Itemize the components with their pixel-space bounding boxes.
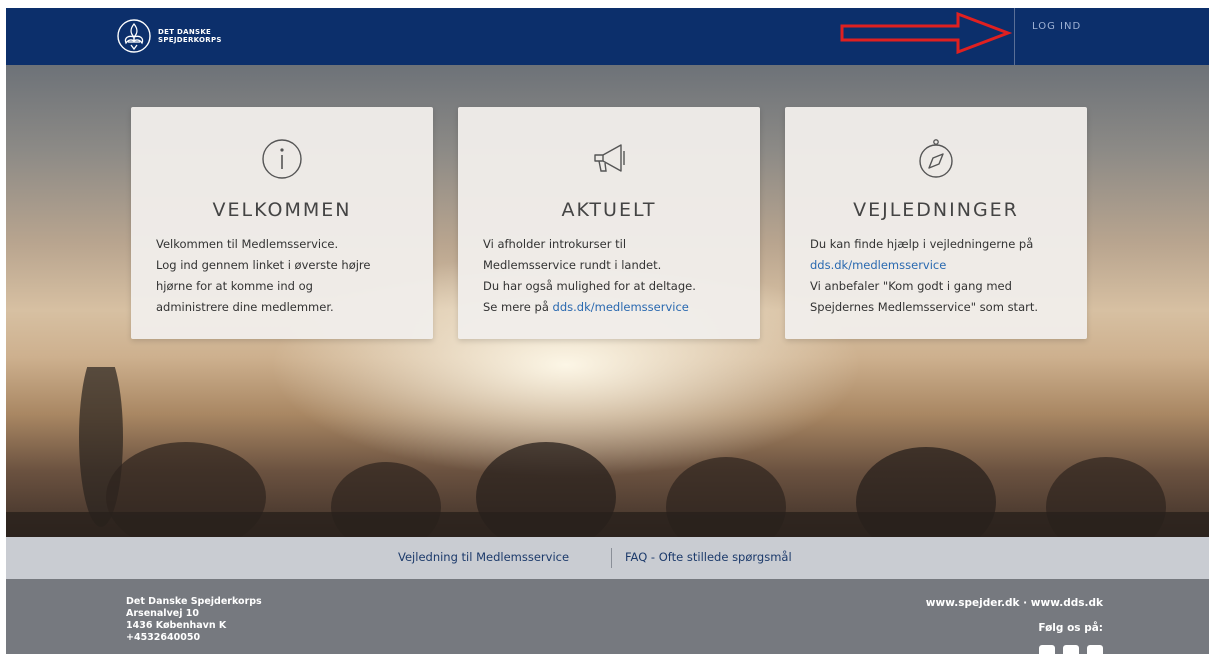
card-title: VELKOMMEN <box>212 199 352 221</box>
footer-city: 1436 København K <box>126 620 227 631</box>
hero-background: VELKOMMEN Velkommen til Medlemsservice. … <box>6 65 1209 537</box>
footer-phone: +4532640050 <box>126 632 201 643</box>
dds-medlemsservice-link[interactable]: dds.dk/medlemsservice <box>810 258 946 272</box>
header-divider <box>1014 8 1015 65</box>
social-icons <box>1039 645 1103 654</box>
footer-street: Arsenalvej 10 <box>126 608 199 619</box>
card-line: Se mere på dds.dk/medlemsservice <box>483 297 753 318</box>
card-line: Spejdernes Medlemsservice" som start. <box>810 300 1039 314</box>
faq-link[interactable]: FAQ - Ofte stillede spørgsmål <box>625 550 792 564</box>
card-line: dds.dk/medlemsservice <box>810 255 1080 276</box>
card-line: hjørne for at komme ind og <box>156 279 313 293</box>
card-line: Log ind gennem linket i øverste højre <box>156 258 371 272</box>
card-line: Du kan finde hjælp i vejledningerne på <box>810 237 1034 251</box>
facebook-icon[interactable] <box>1087 645 1103 654</box>
card-line: Du har også mulighed for at deltage. <box>483 279 696 293</box>
site-footer: Det Danske Spejderkorps Arsenalvej 10 14… <box>6 579 1209 654</box>
footer-org-name: Det Danske Spejderkorps <box>126 596 262 607</box>
compass-icon <box>919 139 953 178</box>
card-aktuelt: AKTUELT Vi afholder introkurser til Medl… <box>458 107 760 339</box>
info-icon <box>262 139 302 179</box>
megaphone-icon <box>594 144 625 172</box>
youtube-icon[interactable] <box>1039 645 1055 654</box>
card-line-text: Se mere på <box>483 300 553 314</box>
card-line: Medlemsservice rundt i landet. <box>483 258 662 272</box>
top-navigation-bar: DET DANSKE SPEJDERKORPS LOG IND <box>6 8 1209 65</box>
fleur-de-lis-logo-icon <box>117 19 151 53</box>
footer-link-bar: Vejledning til Medlemsservice FAQ - Ofte… <box>6 537 1209 579</box>
log-ind-link[interactable]: LOG IND <box>1032 21 1081 32</box>
scout-silhouettes-decoration <box>6 367 1209 537</box>
card-vejledninger: VEJLEDNINGER Du kan finde hjælp i vejled… <box>785 107 1087 339</box>
card-body: Du kan finde hjælp i vejledningerne på d… <box>810 234 1080 318</box>
card-line: Velkommen til Medlemsservice. <box>156 237 339 251</box>
vejledning-link[interactable]: Vejledning til Medlemsservice <box>398 550 569 564</box>
card-body: Velkommen til Medlemsservice. Log ind ge… <box>156 234 426 318</box>
card-line: Vi afholder introkurser til <box>483 237 627 251</box>
red-arrow-annotation-icon <box>840 11 1013 55</box>
logo-wordmark: DET DANSKE SPEJDERKORPS <box>158 28 222 44</box>
link-separator <box>611 548 612 568</box>
card-title: AKTUELT <box>561 199 657 221</box>
card-velkommen: VELKOMMEN Velkommen til Medlemsservice. … <box>131 107 433 339</box>
page-frame: DET DANSKE SPEJDERKORPS LOG IND VELKOMME… <box>6 8 1209 654</box>
footer-address: Det Danske Spejderkorps Arsenalvej 10 14… <box>126 596 262 644</box>
dds-logo[interactable]: DET DANSKE SPEJDERKORPS <box>116 18 222 54</box>
card-title: VEJLEDNINGER <box>853 199 1019 221</box>
footer-websites[interactable]: www.spejder.dk · www.dds.dk <box>926 597 1103 609</box>
follow-us-label: Følg os på: <box>1038 622 1103 634</box>
logo-line-2: SPEJDERKORPS <box>158 36 222 44</box>
card-line: administrere dine medlemmer. <box>156 300 334 314</box>
card-line: Vi anbefaler "Kom godt i gang med <box>810 279 1012 293</box>
dds-medlemsservice-link[interactable]: dds.dk/medlemsservice <box>553 300 689 314</box>
instagram-icon[interactable] <box>1063 645 1079 654</box>
card-body: Vi afholder introkurser til Medlemsservi… <box>483 234 753 318</box>
logo-line-1: DET DANSKE <box>158 28 212 36</box>
